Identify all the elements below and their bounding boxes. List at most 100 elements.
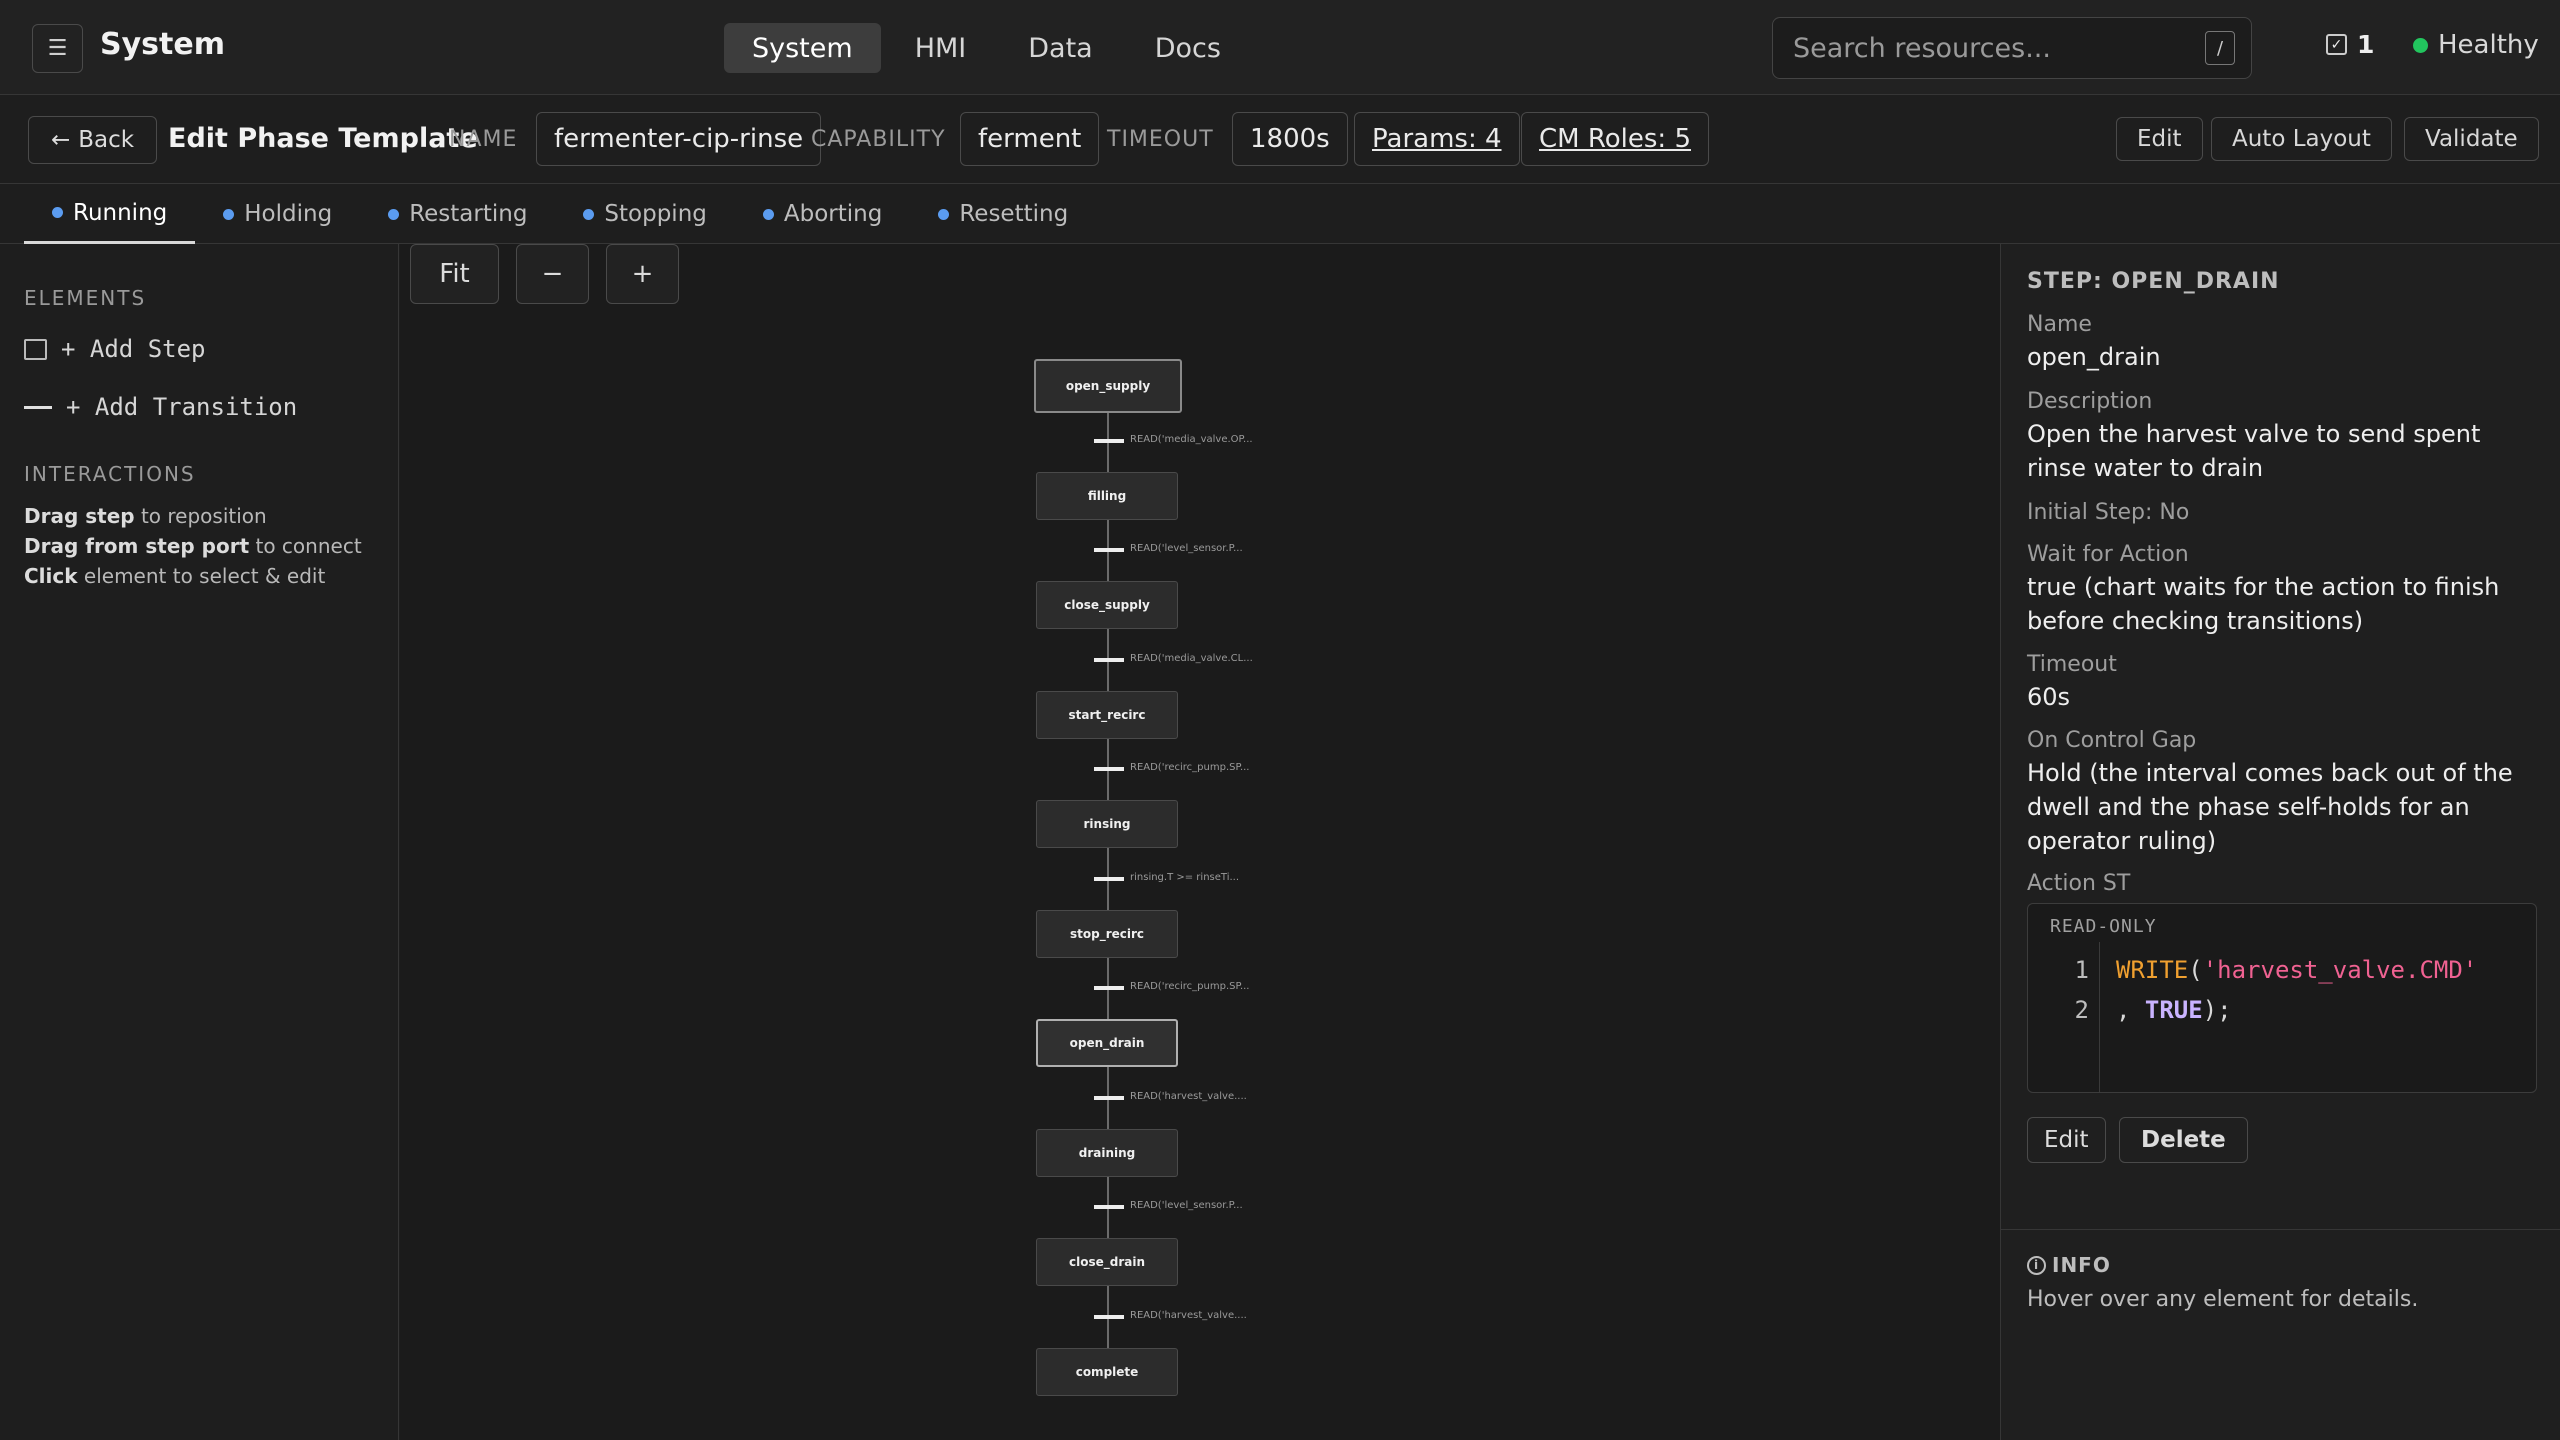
sfc-transition-label: READ('media_valve.CL... — [1130, 653, 1253, 664]
health-dot-icon — [2413, 37, 2428, 53]
nav-item-system[interactable]: System — [724, 23, 881, 73]
tab-label: Resetting — [959, 201, 1069, 227]
tab-restarting[interactable]: Restarting — [360, 184, 555, 244]
nav-item-hmi[interactable]: HMI — [887, 23, 995, 73]
add-transition-label: + Add Transition — [66, 393, 298, 421]
inspector-title: STEP: OPEN_DRAIN — [2027, 269, 2280, 294]
action-key: Action ST — [2027, 871, 2131, 896]
tab-holding[interactable]: Holding — [195, 184, 360, 244]
readonly-badge: READ-ONLY — [2050, 916, 2157, 937]
inspector-panel: STEP: OPEN_DRAIN Name open_drain Descrip… — [2000, 244, 2560, 1440]
editor-title: Edit Phase Template — [168, 123, 478, 154]
description-value: Open the harvest valve to send spent rin… — [2027, 420, 2481, 482]
step-delete-button[interactable]: Delete — [2119, 1117, 2248, 1163]
sfc-step-open-drain[interactable]: open_drain — [1036, 1019, 1178, 1067]
sfc-transition-bar[interactable] — [1094, 658, 1124, 662]
wait-value: true (chart waits for the action to fini… — [2027, 573, 2500, 635]
tab-label: Stopping — [604, 201, 707, 227]
nav-item-docs[interactable]: Docs — [1127, 23, 1249, 73]
capability-label: CAPABILITY — [811, 127, 946, 152]
sfc-canvas[interactable]: Fit − + open_supplyfilling close_supplyst… — [400, 244, 2000, 1440]
gap-key: On Control Gap — [2027, 728, 2197, 753]
step-edit-button[interactable]: Edit — [2027, 1117, 2106, 1163]
line-number: 2 — [2074, 996, 2089, 1024]
hamburger-menu-button[interactable]: ☰ — [32, 24, 83, 73]
zoom-in-button[interactable]: + — [606, 244, 679, 304]
name-label: NAME — [449, 127, 518, 152]
sfc-transition-label: rinsing.T >= rinseTi... — [1130, 872, 1240, 883]
add-step-button[interactable]: + Add Step — [24, 335, 206, 363]
main-nav: System HMI Data Docs — [724, 23, 1249, 73]
bullet-icon — [52, 207, 63, 218]
task-counter[interactable]: ✓ 1 — [2326, 30, 2374, 59]
zoom-out-button[interactable]: − — [516, 244, 589, 304]
sfc-transition-label: READ('harvest_valve.... — [1130, 1310, 1247, 1321]
action-code-view: READ-ONLY 1 2 WRITE('harvest_valve.CMD' … — [2027, 903, 2537, 1093]
sfc-connector-line — [1107, 410, 1109, 1380]
nav-item-data[interactable]: Data — [1000, 23, 1120, 73]
sfc-step-start-recirc[interactable]: start_recirc — [1036, 691, 1178, 739]
add-transition-button[interactable]: + Add Transition — [24, 393, 297, 421]
bullet-icon — [762, 208, 774, 220]
hint-drag-port: Drag from step port to connect — [24, 534, 362, 558]
search-shortcut-badge: / — [2205, 31, 2235, 65]
validate-button[interactable]: Validate — [2404, 117, 2539, 161]
cm-roles-link[interactable]: CM Roles: 5 — [1521, 112, 1709, 166]
sfc-step-close-drain[interactable]: close_drain — [1036, 1238, 1178, 1286]
info-icon: i — [2027, 1255, 2046, 1275]
hint-drag-step: Drag step to reposition — [24, 504, 267, 528]
timeout-value: 60s — [2027, 683, 2071, 711]
sfc-step-complete[interactable]: complete — [1036, 1348, 1178, 1396]
name-field[interactable]: fermenter-cip-rinse — [536, 112, 822, 166]
tab-stopping[interactable]: Stopping — [555, 184, 734, 244]
line-number: 1 — [2074, 956, 2089, 984]
sfc-step-draining[interactable]: draining — [1036, 1129, 1178, 1177]
divider — [2001, 1229, 2560, 1230]
tab-label: Running — [73, 199, 168, 226]
bullet-icon — [388, 208, 400, 220]
app-title: System — [100, 27, 225, 62]
sfc-step-close-supply[interactable]: close_supply — [1036, 581, 1178, 629]
info-text: Hover over any element for details. — [2027, 1287, 2419, 1312]
tab-label: Holding — [244, 201, 333, 227]
search-box: / — [1772, 17, 2252, 79]
step-square-icon — [24, 338, 47, 360]
params-link[interactable]: Params: 4 — [1354, 112, 1520, 166]
sfc-transition-bar[interactable] — [1094, 1315, 1124, 1319]
info-title-label: INFO — [2052, 1253, 2111, 1277]
sfc-transition-bar[interactable] — [1094, 986, 1124, 990]
timeout-field[interactable]: 1800s — [1232, 112, 1348, 166]
sfc-transition-bar[interactable] — [1094, 439, 1124, 443]
mode-tabs: Running Holding Restarting Stopping Abor… — [0, 184, 2560, 244]
sfc-transition-bar[interactable] — [1094, 548, 1124, 552]
name-key: Name — [2027, 312, 2092, 337]
health-status: Healthy — [2413, 30, 2539, 60]
sfc-step-open-supply[interactable]: open_supply — [1034, 359, 1182, 413]
bullet-icon — [223, 208, 235, 220]
capability-field[interactable]: ferment — [960, 112, 1100, 166]
back-label: Back — [78, 127, 135, 153]
sfc-transition-bar[interactable] — [1094, 767, 1124, 771]
search-input[interactable] — [1793, 30, 2173, 66]
bullet-icon — [583, 208, 595, 220]
code-line-1: WRITE('harvest_valve.CMD' — [2116, 956, 2478, 984]
initial-step-value: Initial Step: No — [2027, 500, 2190, 525]
sfc-transition-bar[interactable] — [1094, 1096, 1124, 1100]
wait-key: Wait for Action — [2027, 542, 2189, 567]
sfc-transition-bar[interactable] — [1094, 877, 1124, 881]
code-gutter: 1 2 — [2028, 942, 2100, 1092]
elements-heading: ELEMENTS — [24, 286, 147, 310]
auto-layout-button[interactable]: Auto Layout — [2211, 117, 2392, 161]
element-palette: ELEMENTS + Add Step + Add Transition INT… — [0, 244, 399, 1440]
sfc-step-stop-recirc[interactable]: stop_recirc — [1036, 910, 1178, 958]
edit-button[interactable]: Edit — [2116, 117, 2203, 161]
back-button[interactable]: ← Back — [28, 116, 158, 164]
tab-running[interactable]: Running — [24, 184, 196, 244]
tab-resetting[interactable]: Resetting — [910, 184, 1096, 244]
sfc-step-rinsing[interactable]: rinsing — [1036, 800, 1178, 848]
tab-aborting[interactable]: Aborting — [735, 184, 910, 244]
zoom-fit-button[interactable]: Fit — [410, 244, 499, 304]
sfc-step-filling[interactable]: filling — [1036, 472, 1178, 520]
code-line-2: , TRUE); — [2116, 996, 2232, 1024]
sfc-transition-bar[interactable] — [1094, 1205, 1124, 1209]
